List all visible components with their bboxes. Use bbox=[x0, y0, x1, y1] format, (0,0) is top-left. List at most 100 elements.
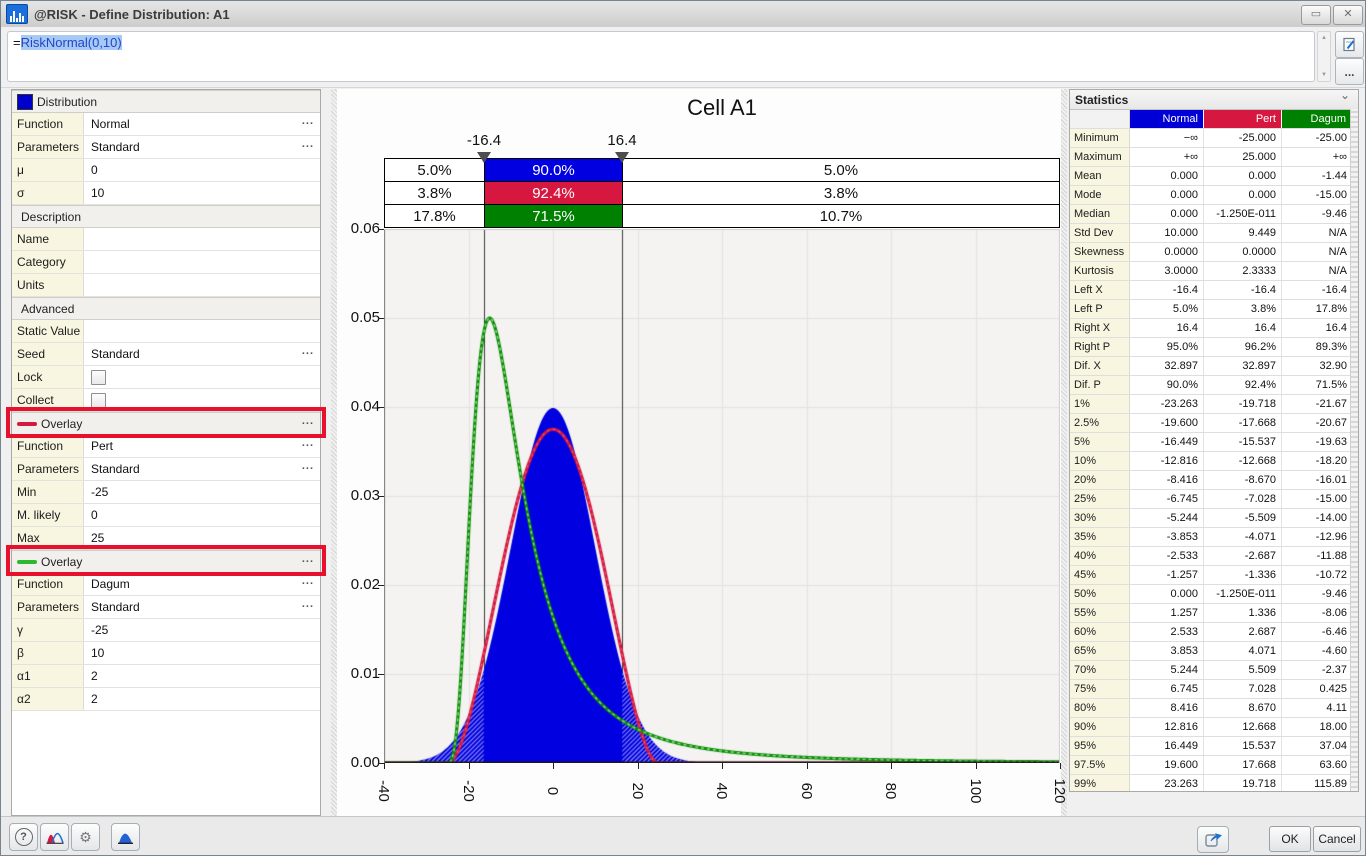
property-section-distribution: Distribution bbox=[12, 90, 320, 113]
property-value[interactable]: 0 bbox=[84, 504, 320, 526]
property-value[interactable]: Standard bbox=[84, 458, 320, 480]
property-row-name[interactable]: Name bbox=[12, 228, 320, 251]
stat-row-97.5%: 97.5%19.60017.66863.60 bbox=[1070, 756, 1358, 775]
distribution-view-button[interactable] bbox=[111, 823, 140, 851]
property-label: Units bbox=[12, 274, 84, 296]
property-label: Collect bbox=[12, 389, 84, 411]
property-row-m-likely[interactable]: M. likely0 bbox=[12, 504, 320, 527]
stat-value: 115.89 bbox=[1282, 775, 1352, 792]
maximize-button[interactable]: ▭ bbox=[1301, 5, 1331, 25]
edit-formula-button[interactable] bbox=[1335, 31, 1364, 58]
property-row--[interactable]: μ0 bbox=[12, 159, 320, 182]
property-row--2[interactable]: α22 bbox=[12, 688, 320, 711]
property-row-parameters[interactable]: ParametersStandard... bbox=[12, 458, 320, 481]
right-splitter[interactable] bbox=[1061, 89, 1067, 816]
probability-band-pert: 92.4% bbox=[484, 181, 623, 205]
ellipsis-button[interactable]: ... bbox=[302, 115, 314, 127]
ellipsis-button[interactable]: ... bbox=[302, 575, 314, 587]
property-value[interactable] bbox=[84, 274, 320, 296]
property-value[interactable] bbox=[84, 389, 320, 411]
property-section-overlay[interactable]: Overlay... bbox=[12, 550, 320, 573]
property-value[interactable] bbox=[84, 320, 320, 342]
property-section-description: Description bbox=[12, 205, 320, 228]
gear-icon: ⚙ bbox=[79, 829, 92, 846]
property-row--1[interactable]: α12 bbox=[12, 665, 320, 688]
property-value[interactable]: Standard bbox=[84, 596, 320, 618]
stat-value: 3.8% bbox=[1204, 300, 1282, 318]
property-row-seed[interactable]: SeedStandard... bbox=[12, 343, 320, 366]
formula-prefix: = bbox=[13, 35, 21, 50]
export-button[interactable] bbox=[1197, 826, 1229, 853]
property-value[interactable]: Dagum bbox=[84, 573, 320, 595]
property-row-units[interactable]: Units bbox=[12, 274, 320, 297]
ellipsis-button[interactable]: ... bbox=[302, 598, 314, 610]
property-row-category[interactable]: Category bbox=[12, 251, 320, 274]
ellipsis-button[interactable]: ... bbox=[302, 460, 314, 472]
ellipsis-button[interactable]: ... bbox=[302, 437, 314, 449]
ellipsis-button[interactable]: ... bbox=[302, 345, 314, 357]
property-value[interactable]: 2 bbox=[84, 688, 320, 710]
property-row-collect[interactable]: Collect bbox=[12, 389, 320, 412]
property-value[interactable]: Normal bbox=[84, 113, 320, 135]
property-value[interactable] bbox=[84, 251, 320, 273]
close-button[interactable]: ✕ bbox=[1333, 5, 1363, 25]
stat-value: -1.44 bbox=[1282, 167, 1352, 185]
stat-value: -12.816 bbox=[1130, 452, 1204, 470]
delimiter-marker[interactable] bbox=[477, 152, 491, 163]
statistics-scrollbar[interactable] bbox=[1350, 109, 1358, 792]
ok-button[interactable]: OK bbox=[1269, 826, 1311, 852]
stat-value: -16.4 bbox=[1282, 281, 1352, 299]
delimiter-marker[interactable] bbox=[615, 152, 629, 163]
property-value[interactable]: -25 bbox=[84, 619, 320, 641]
property-row-function[interactable]: FunctionDagum... bbox=[12, 573, 320, 596]
property-row-parameters[interactable]: ParametersStandard... bbox=[12, 136, 320, 159]
property-row-lock[interactable]: Lock bbox=[12, 366, 320, 389]
more-options-button[interactable]: ... bbox=[1335, 58, 1364, 85]
ellipsis-button[interactable]: ... bbox=[302, 553, 314, 565]
property-value[interactable]: -25 bbox=[84, 481, 320, 503]
stat-row-45%: 45%-1.257-1.336-10.72 bbox=[1070, 566, 1358, 585]
stat-value: 4.11 bbox=[1282, 699, 1352, 717]
property-value[interactable]: Standard bbox=[84, 136, 320, 158]
property-label: Parameters bbox=[12, 458, 84, 480]
add-overlay-button[interactable] bbox=[40, 823, 69, 851]
spinner-down-icon[interactable]: ▼ bbox=[1321, 72, 1327, 78]
stat-value: N/A bbox=[1282, 262, 1352, 280]
statistics-header[interactable]: Statistics ⌄ bbox=[1070, 90, 1358, 110]
lock-checkbox[interactable] bbox=[91, 370, 106, 385]
help-button[interactable]: ? bbox=[9, 823, 38, 851]
property-row--[interactable]: β10 bbox=[12, 642, 320, 665]
stat-label: 95% bbox=[1070, 737, 1130, 755]
property-row--[interactable]: σ10 bbox=[12, 182, 320, 205]
ellipsis-button[interactable]: ... bbox=[302, 415, 314, 427]
property-row-max[interactable]: Max25 bbox=[12, 527, 320, 550]
property-value[interactable]: 2 bbox=[84, 665, 320, 687]
property-value[interactable] bbox=[84, 366, 320, 388]
property-label: α2 bbox=[12, 688, 84, 710]
property-row-parameters[interactable]: ParametersStandard... bbox=[12, 596, 320, 619]
property-value[interactable]: Pert bbox=[84, 435, 320, 457]
chevron-down-icon[interactable]: ⌄ bbox=[1340, 89, 1350, 102]
property-value[interactable]: 25 bbox=[84, 527, 320, 549]
settings-button[interactable]: ⚙ bbox=[71, 823, 100, 851]
property-row-min[interactable]: Min-25 bbox=[12, 481, 320, 504]
title-bar[interactable]: @RISK - Define Distribution: A1 ▭ ✕ bbox=[1, 1, 1365, 28]
ellipsis-button[interactable]: ... bbox=[302, 138, 314, 150]
property-section-overlay[interactable]: Overlay... bbox=[12, 412, 320, 435]
property-value[interactable]: 10 bbox=[84, 642, 320, 664]
property-value[interactable]: 10 bbox=[84, 182, 320, 204]
collect-checkbox[interactable] bbox=[91, 393, 106, 408]
property-row-function[interactable]: FunctionPert... bbox=[12, 435, 320, 458]
distribution-chart[interactable] bbox=[384, 229, 1060, 763]
property-value[interactable]: Standard bbox=[84, 343, 320, 365]
property-row--[interactable]: γ-25 bbox=[12, 619, 320, 642]
property-row-static-value[interactable]: Static Value bbox=[12, 320, 320, 343]
cancel-button[interactable]: Cancel bbox=[1313, 826, 1361, 852]
spinner-up-icon[interactable]: ▲ bbox=[1321, 35, 1327, 41]
formula-input[interactable]: =RiskNormal(0,10) bbox=[7, 31, 1315, 82]
property-value[interactable]: 0 bbox=[84, 159, 320, 181]
formula-spinner[interactable]: ▲ ▼ bbox=[1317, 31, 1331, 82]
property-value[interactable] bbox=[84, 228, 320, 250]
property-row-function[interactable]: FunctionNormal... bbox=[12, 113, 320, 136]
stat-row-55%: 55%1.2571.336-8.06 bbox=[1070, 604, 1358, 623]
